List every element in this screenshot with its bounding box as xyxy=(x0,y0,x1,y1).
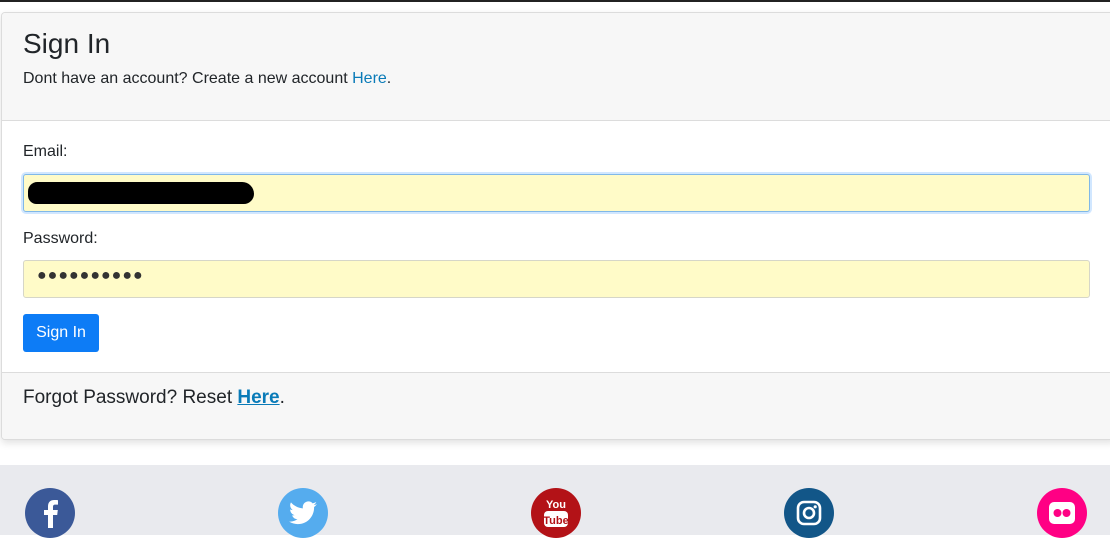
site-footer: You Tube xyxy=(0,465,1110,538)
email-field[interactable] xyxy=(23,174,1090,212)
youtube-text-bottom: Tube xyxy=(543,515,568,527)
facebook-icon xyxy=(44,500,58,528)
email-label: Email: xyxy=(23,143,68,160)
facebook-link[interactable] xyxy=(25,488,75,538)
forgot-password-suffix: . xyxy=(279,387,285,408)
signin-button[interactable]: Sign In xyxy=(23,314,99,352)
password-mask: ●●●●●●●●●● xyxy=(37,267,144,284)
forgot-password-prefix: Forgot Password? Reset xyxy=(23,387,238,408)
reset-password-link[interactable]: Here xyxy=(237,387,279,408)
youtube-link[interactable]: You Tube xyxy=(531,488,581,538)
youtube-text-top: You xyxy=(546,499,566,511)
card-footer: Forgot Password? Reset Here. xyxy=(2,372,1110,439)
instagram-icon xyxy=(796,500,822,526)
instagram-link[interactable] xyxy=(784,488,834,538)
create-account-link[interactable]: Here xyxy=(352,70,387,87)
create-account-prefix: Dont have an account? Create a new accou… xyxy=(23,70,353,87)
twitter-link[interactable] xyxy=(278,488,328,538)
twitter-icon xyxy=(289,501,317,525)
create-account-text: Dont have an account? Create a new accou… xyxy=(23,70,391,88)
flickr-icon xyxy=(1049,502,1075,524)
create-account-suffix: . xyxy=(386,70,392,87)
signin-card: Sign In Dont have an account? Create a n… xyxy=(1,12,1110,440)
flickr-link[interactable] xyxy=(1037,488,1087,538)
password-label: Password: xyxy=(23,230,98,247)
forgot-password-text: Forgot Password? Reset Here. xyxy=(23,387,285,409)
password-field[interactable]: ●●●●●●●●●● xyxy=(23,260,1090,298)
email-redaction xyxy=(28,182,254,204)
browser-top-border xyxy=(0,0,1110,2)
youtube-icon: You Tube xyxy=(543,499,569,527)
card-header: Sign In Dont have an account? Create a n… xyxy=(2,13,1110,121)
page-title: Sign In xyxy=(23,28,111,59)
